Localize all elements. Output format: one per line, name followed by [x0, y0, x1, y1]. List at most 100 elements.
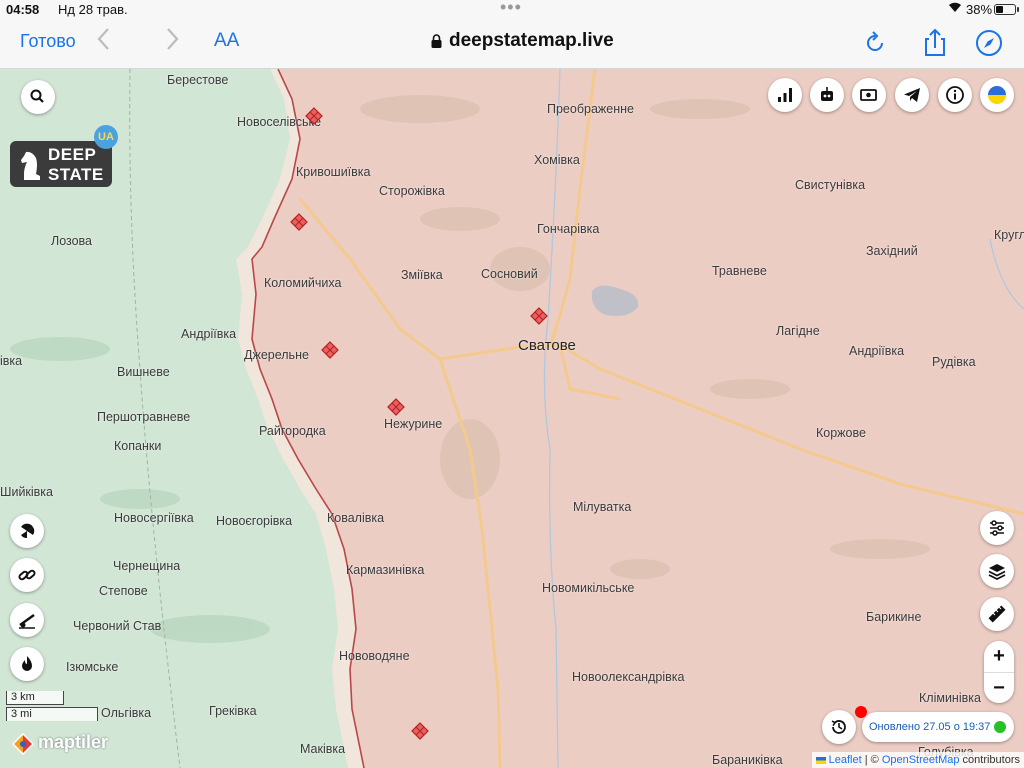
ruler-icon — [988, 605, 1006, 623]
wifi-icon — [948, 1, 962, 16]
compass-icon[interactable] — [972, 26, 1006, 60]
place-label: Греківка — [209, 704, 257, 718]
place-label: Нежурине — [384, 417, 443, 431]
search-icon — [30, 89, 44, 103]
link-button[interactable] — [10, 558, 44, 592]
layers-icon — [988, 564, 1006, 581]
place-label: Першотравневе — [97, 410, 191, 424]
place-label: Сторожівка — [379, 184, 445, 198]
place-label: Новоолександрівка — [572, 670, 685, 684]
place-label: Степове — [99, 584, 148, 598]
maptiler-logo[interactable]: maptiler — [10, 729, 120, 757]
zoom-out-button[interactable]: − — [984, 673, 1014, 704]
radiation-button[interactable] — [10, 514, 44, 548]
place-label: Бараникiвка — [712, 753, 783, 767]
place-label: Гончарівка — [537, 222, 600, 236]
place-label: Мілуватка — [573, 500, 632, 514]
logo-line1: DEEP — [48, 145, 97, 164]
combat-marker-icon[interactable] — [387, 398, 405, 416]
share-icon[interactable] — [918, 26, 952, 60]
place-label: Барикине — [866, 610, 922, 624]
place-label: Новосергіївка — [114, 511, 194, 525]
logo-line2: STATE — [48, 165, 104, 184]
update-text: Оновлено 27.05 о 19:37 — [869, 721, 991, 733]
history-icon — [831, 720, 846, 734]
place-label: Ізюмське — [66, 660, 119, 674]
combat-marker-icon[interactable] — [530, 307, 548, 325]
place-label: івка — [0, 354, 23, 368]
stats-icon — [778, 88, 792, 102]
stats-button[interactable] — [768, 78, 802, 112]
place-label: Андріївка — [181, 327, 237, 341]
place-label: Коломийчиха — [264, 276, 342, 290]
update-status: Оновлено 27.05 о 19:37 — [862, 712, 1014, 742]
place-label: Лозова — [51, 234, 93, 248]
telegram-button[interactable] — [895, 78, 929, 112]
place-label: Новоєгорівка — [216, 514, 293, 528]
place-label: Кругл — [994, 228, 1024, 242]
online-status-dot — [994, 721, 1006, 733]
zoom-in-button[interactable]: + — [984, 641, 1014, 673]
maptiler-icon — [12, 733, 34, 755]
filters-button[interactable] — [980, 511, 1014, 545]
attribution-suffix: contributors — [959, 754, 1020, 766]
ukraine-flag-small-icon — [815, 756, 826, 764]
lock-icon — [431, 34, 442, 48]
place-label: Хомівка — [534, 153, 580, 167]
place-label: Ольгівка — [101, 706, 152, 720]
attribution-sep: | © — [861, 754, 882, 766]
chevron-right-icon[interactable] — [164, 26, 180, 59]
place-label: Кривошиївка — [296, 165, 371, 179]
attribution: Leaflet | © OpenStreetMap contributors — [811, 752, 1024, 768]
place-label: Вишневе — [117, 365, 170, 379]
status-bar: 04:58 Нд 28 трав. ••• 38% — [0, 0, 1024, 20]
ukraine-flag-icon — [988, 86, 1006, 104]
place-label: Травневе — [712, 264, 767, 278]
place-label: Джерельне — [244, 348, 309, 362]
place-label: Преображенне — [547, 102, 634, 116]
search-button[interactable] — [21, 80, 55, 114]
reload-icon[interactable] — [858, 26, 892, 60]
battery-icon — [994, 4, 1019, 15]
combat-marker-icon[interactable] — [305, 107, 323, 125]
chevron-left-icon[interactable] — [96, 26, 112, 59]
place-label: Андріївка — [849, 344, 905, 358]
maptiler-label: maptiler — [38, 732, 109, 752]
layers-button[interactable] — [980, 554, 1014, 588]
place-label: Свистунівка — [795, 178, 866, 192]
place-label: Берестове — [167, 73, 229, 87]
map-view[interactable]: Берестове Новоселівське Кривошиївка Стор… — [0, 69, 1024, 768]
fire-button[interactable] — [10, 647, 44, 681]
ruler-button[interactable] — [980, 597, 1014, 631]
knight-icon — [21, 151, 40, 180]
url-field[interactable]: deepstatemap.live — [449, 30, 614, 52]
text-size-button[interactable]: AA — [214, 30, 239, 52]
place-label: Кармазинівка — [346, 563, 425, 577]
done-button[interactable]: Готово — [20, 31, 76, 52]
multitask-dots-icon[interactable]: ••• — [500, 0, 522, 18]
fire-icon — [22, 656, 32, 671]
info-button[interactable] — [938, 78, 972, 112]
place-label-svatove: Сватове — [518, 337, 576, 354]
leaflet-link[interactable]: Leaflet — [829, 754, 862, 766]
browser-toolbar: Готово AA deepstatemap.live — [0, 20, 1024, 69]
status-time: 04:58 — [6, 2, 40, 17]
combat-marker-icon[interactable] — [411, 722, 429, 740]
osm-link[interactable]: OpenStreetMap — [882, 754, 960, 766]
telegram-icon — [904, 88, 920, 102]
bot-icon — [821, 87, 833, 101]
scale-mi: 3 mi — [6, 707, 98, 721]
combat-marker-icon[interactable] — [321, 341, 339, 359]
language-button[interactable] — [980, 78, 1014, 112]
combat-marker-icon[interactable] — [290, 213, 308, 231]
deepstate-logo[interactable]: DEEP STATE UA — [10, 125, 118, 187]
place-label: Райгородка — [259, 424, 326, 438]
info-icon — [946, 86, 964, 104]
bot-button[interactable] — [810, 78, 844, 112]
place-label: Шийківка — [0, 485, 54, 499]
donate-button[interactable] — [852, 78, 886, 112]
history-button[interactable] — [822, 710, 856, 744]
place-label: Лагідне — [776, 324, 820, 338]
artillery-button[interactable] — [10, 603, 44, 637]
zoom-control: + − — [984, 641, 1014, 703]
